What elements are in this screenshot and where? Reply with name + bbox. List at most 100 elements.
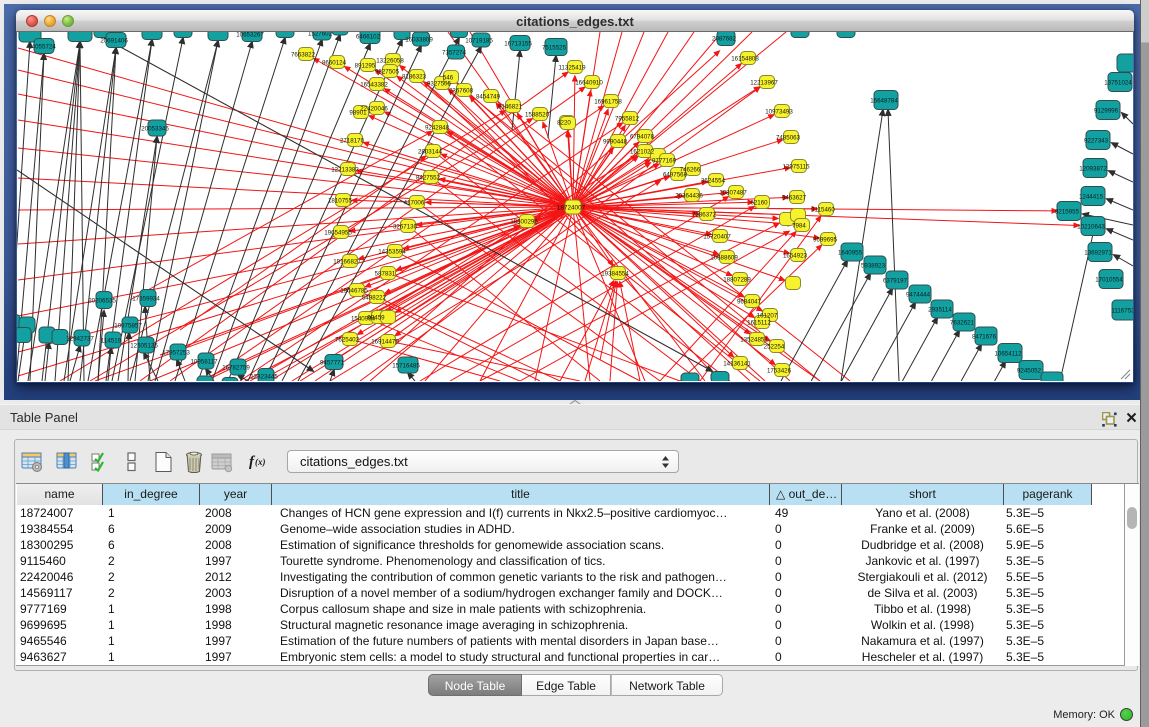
- svg-text:891295: 891295: [355, 63, 376, 70]
- svg-text:9115460: 9115460: [811, 207, 835, 214]
- svg-text:14055724: 14055724: [28, 44, 56, 51]
- svg-text:1588520: 1588520: [525, 112, 550, 119]
- svg-text:18807289: 18807289: [723, 277, 751, 284]
- svg-text:99459: 99459: [367, 315, 385, 322]
- svg-text:8660124: 8660124: [322, 60, 347, 67]
- svg-text:9474444: 9474444: [906, 292, 931, 299]
- svg-text:9990448: 9990448: [603, 139, 628, 146]
- svg-text:8220: 8220: [557, 120, 571, 127]
- svg-text:13524851: 13524851: [740, 337, 768, 344]
- svg-text:8186323: 8186323: [402, 74, 427, 81]
- svg-text:10719185: 10719185: [465, 38, 493, 45]
- svg-text:9777169: 9777169: [652, 158, 677, 165]
- svg-text:18724007: 18724007: [557, 205, 586, 212]
- svg-text:10688609: 10688609: [710, 255, 738, 262]
- svg-text:15716485: 15716485: [392, 363, 420, 370]
- svg-text:16713155: 16713155: [504, 41, 532, 48]
- svg-text:19166827: 19166827: [333, 259, 361, 266]
- svg-text:10807487: 10807487: [719, 190, 747, 197]
- svg-text:6379197: 6379197: [883, 278, 908, 285]
- svg-text:10975857: 10975857: [114, 323, 142, 330]
- svg-text:1527602: 1527602: [308, 32, 333, 38]
- svg-text:587831: 587831: [375, 271, 396, 278]
- svg-text:746266: 746266: [680, 167, 701, 174]
- svg-text:6794078: 6794078: [630, 134, 655, 141]
- svg-text:7632621: 7632621: [950, 320, 975, 327]
- svg-text:12942737: 12942737: [66, 336, 94, 343]
- svg-text:252254: 252254: [764, 344, 785, 351]
- svg-text:2087682: 2087682: [712, 36, 737, 43]
- svg-text:17957253: 17957253: [162, 350, 190, 357]
- svg-text:18300295: 18300295: [510, 219, 538, 226]
- svg-text:12323445: 12323445: [250, 374, 278, 381]
- svg-text:12093872: 12093872: [1079, 166, 1107, 173]
- svg-text:1621022: 1621022: [630, 149, 655, 156]
- svg-text:9684047: 9684047: [737, 299, 762, 306]
- svg-text:20206535: 20206535: [88, 298, 116, 305]
- svg-text:3267130: 3267130: [393, 224, 418, 231]
- svg-text:19654955: 19654955: [324, 230, 352, 237]
- svg-text:19046785: 19046785: [340, 288, 368, 295]
- svg-text:7357274: 7357274: [442, 50, 467, 57]
- svg-text:13226058: 13226058: [376, 58, 404, 65]
- svg-text:14353594: 14353594: [378, 249, 406, 256]
- svg-text:(x): (x): [255, 457, 266, 467]
- svg-text:16648784: 16648784: [870, 98, 898, 105]
- svg-text:13692971: 13692971: [1084, 250, 1112, 257]
- svg-text:9242848: 9242848: [425, 125, 450, 132]
- svg-text:10653267: 10653267: [236, 32, 264, 39]
- svg-text:7955812: 7955812: [615, 116, 640, 123]
- svg-text:114519: 114519: [101, 338, 122, 345]
- svg-text:16033809: 16033809: [405, 37, 433, 44]
- svg-text:6466102: 6466102: [356, 34, 381, 41]
- svg-text:546: 546: [443, 75, 454, 82]
- svg-text:17010554: 17010554: [1095, 277, 1123, 284]
- svg-text:10210643: 10210643: [1077, 224, 1105, 231]
- svg-text:417006: 417006: [404, 200, 425, 207]
- svg-text:9245052: 9245052: [1017, 368, 1042, 375]
- svg-text:3624554: 3624554: [701, 178, 726, 185]
- svg-text:8427552: 8427552: [416, 175, 441, 182]
- svg-text:9827505: 9827505: [375, 69, 400, 76]
- svg-text:11325419: 11325419: [558, 65, 586, 72]
- svg-text:10973493: 10973493: [765, 109, 793, 116]
- svg-text:7984: 7984: [792, 223, 806, 230]
- svg-text:9457771: 9457771: [320, 360, 345, 367]
- svg-text:20364436: 20364436: [675, 193, 703, 200]
- svg-text:9463627: 9463627: [782, 195, 807, 202]
- svg-text:16640910: 16640910: [575, 80, 603, 87]
- svg-text:15720407: 15720407: [703, 234, 731, 241]
- svg-text:10958117: 10958117: [190, 359, 218, 366]
- svg-text:1116753: 1116753: [1111, 308, 1133, 315]
- svg-text:22420046: 22420046: [360, 106, 388, 113]
- svg-text:1810755: 1810755: [328, 198, 353, 205]
- svg-text:20691406: 20691406: [100, 38, 128, 45]
- svg-text:2367608: 2367608: [449, 88, 474, 95]
- svg-text:1654923: 1654923: [783, 253, 808, 260]
- svg-text:2718170: 2718170: [340, 138, 365, 145]
- svg-text:17359934: 17359934: [132, 296, 160, 303]
- svg-text:13751024: 13751024: [1104, 80, 1132, 87]
- svg-text:5938923: 5938923: [861, 263, 886, 270]
- svg-text:12213383: 12213383: [331, 167, 359, 174]
- svg-text:12505135: 12505135: [130, 343, 158, 350]
- svg-text:8215955: 8215955: [1055, 209, 1080, 216]
- svg-text:9327505: 9327505: [427, 81, 452, 88]
- svg-text:1753426: 1753426: [767, 368, 792, 375]
- svg-text:16914479: 16914479: [371, 339, 399, 346]
- svg-text:16782759: 16782759: [222, 365, 250, 372]
- svg-text:7515525: 7515525: [542, 45, 567, 52]
- svg-text:7625402: 7625402: [335, 337, 360, 344]
- svg-text:161207: 161207: [757, 313, 778, 320]
- svg-text:9146821: 9146821: [498, 104, 523, 111]
- svg-text:20053346: 20053346: [141, 126, 169, 133]
- svg-text:7663822: 7663822: [291, 52, 316, 59]
- svg-text:14136141: 14136141: [723, 361, 751, 368]
- svg-text:16154808: 16154808: [731, 56, 759, 63]
- svg-text:2935114: 2935114: [928, 307, 952, 314]
- svg-text:9129996: 9129996: [1094, 108, 1119, 115]
- svg-text:1615112: 1615112: [747, 320, 771, 327]
- svg-text:7886372: 7886372: [692, 212, 717, 219]
- svg-text:12213967: 12213967: [750, 80, 778, 87]
- svg-text:9699695: 9699695: [813, 237, 838, 244]
